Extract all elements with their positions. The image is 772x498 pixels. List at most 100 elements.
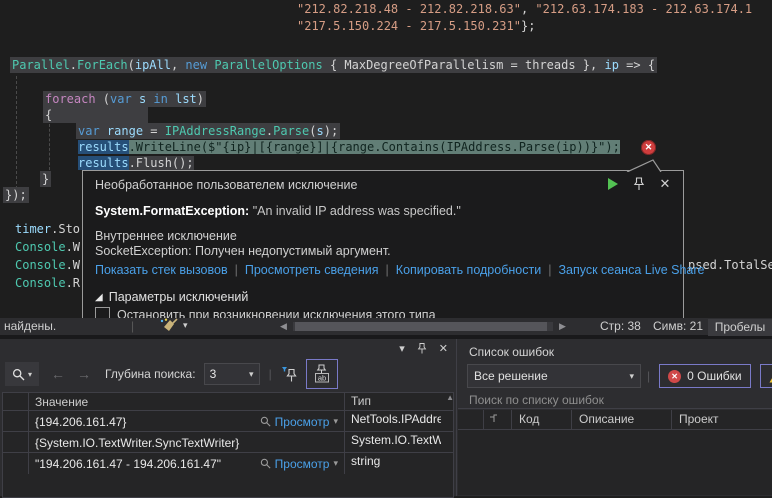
view-link[interactable]: Просмотр▾ [260, 415, 338, 429]
popup-links: Показать стек вызовов | Просмотреть сведен… [95, 263, 705, 277]
errors-filter-button[interactable]: ✕ 0 Ошибки [659, 364, 751, 388]
exception-text: System.FormatException: "An invalid IP a… [95, 204, 461, 218]
watch-row[interactable]: {194.206.161.47}Просмотр▾NetTools.IPAddr… [3, 410, 453, 432]
code-token: range [107, 124, 143, 138]
column-project[interactable]: Проект [672, 410, 772, 429]
code-line[interactable]: Parallel.ForEach(ipAll, new ParallelOpti… [10, 57, 657, 73]
popup-title: Необработанное пользователем исключение [95, 178, 358, 192]
view-label: Просмотр [275, 457, 330, 471]
popup-link[interactable]: Запуск сеанса Live Share [558, 263, 704, 277]
code-token: s [316, 124, 323, 138]
code-line[interactable]: { [43, 107, 148, 123]
code-token: "212.63.174.183 - 212.63.174.1 [535, 2, 752, 16]
link-separator: | [386, 263, 389, 277]
scroll-up-icon[interactable]: ▲ [446, 393, 454, 402]
exception-settings-expander[interactable]: ◢Параметры исключений [95, 290, 248, 304]
code-token: }); [5, 188, 27, 202]
search-button[interactable]: ▾ [5, 362, 39, 386]
code-line[interactable]: "217.5.150.224 - 217.5.150.231"}; [295, 18, 537, 34]
exception-error-icon[interactable]: ✕ [641, 140, 656, 155]
pin-icon[interactable] [631, 176, 647, 192]
scrollbar-thumb[interactable] [295, 322, 547, 331]
code-token: , [171, 58, 185, 72]
scroll-right-icon[interactable]: ▶ [559, 321, 566, 332]
watch-row[interactable]: {System.IO.TextWriter.SyncTextWriter}Sys… [3, 431, 453, 453]
solution-filter-dropdown[interactable]: Все решение ▾ [467, 364, 641, 388]
code-token: .W [66, 240, 80, 254]
watch-toolbar: ▾ ← → Глубина поиска: 3 ▾ | ab [0, 357, 456, 391]
back-icon[interactable]: ← [51, 366, 65, 382]
code-line[interactable]: Console.W [13, 257, 82, 273]
code-token: ipAll [135, 58, 171, 72]
code-line[interactable]: foreach (var s in lst) [43, 91, 206, 107]
indent-guide [16, 76, 17, 194]
expander-icon: ◢ [95, 292, 103, 303]
code-line[interactable]: Console.W [13, 239, 82, 255]
code-token: }; [521, 19, 535, 33]
watch-table-header: Значение Тип ▲ [3, 393, 453, 410]
window-menu-icon[interactable]: ▾ [399, 342, 405, 355]
watch-value: {System.IO.TextWriter.SyncTextWriter} [35, 436, 239, 450]
filter-dropdown-icon: ▾ [629, 371, 634, 382]
column-description[interactable]: Описание [572, 410, 672, 429]
popup-link[interactable]: Копировать подробности [396, 263, 541, 277]
code-token: ( [128, 58, 135, 72]
status-left-text: найдены. [4, 319, 56, 333]
code-line[interactable]: var range = IPAddressRange.Parse(s); [76, 123, 340, 139]
popup-link[interactable]: Показать стек вызовов [95, 263, 228, 277]
search-depth-combobox[interactable]: 3 ▾ [204, 363, 260, 385]
view-link[interactable]: Просмотр▾ [260, 457, 338, 471]
status-spaces-mode[interactable]: Пробелы [708, 319, 772, 336]
column-name[interactable] [3, 393, 29, 410]
code-cleanup-icon[interactable] [158, 318, 178, 334]
column-value[interactable]: Значение [29, 393, 345, 410]
show-text-visualizer-toggle[interactable]: ab [306, 359, 338, 389]
column-blank[interactable] [458, 410, 484, 429]
view-label: Просмотр [275, 415, 330, 429]
watch-name-cell[interactable] [3, 411, 29, 432]
continue-execution-icon[interactable] [605, 176, 621, 192]
search-depth-label: Глубина поиска: [105, 367, 196, 381]
column-type[interactable]: Тип [345, 393, 441, 410]
horizontal-scrollbar[interactable] [293, 322, 553, 331]
column-severity-icon[interactable] [484, 410, 512, 429]
svg-text:ab: ab [318, 373, 326, 382]
scroll-left-icon[interactable]: ◀ [280, 321, 287, 332]
code-token: var [78, 124, 100, 138]
error-list-toolbar: Все решение ▾ | ✕ 0 Ошибки 0 П [467, 363, 772, 389]
code-line[interactable]: "212.82.218.48 - 212.82.218.63", "212.63… [295, 1, 754, 17]
error-list-search-box[interactable]: Поиск по списку ошибок [458, 392, 772, 409]
code-line[interactable]: timer.Sto [13, 221, 82, 237]
pin-icon[interactable] [417, 342, 427, 355]
exception-message: "An invalid IP address was specified." [253, 204, 461, 218]
code-token: Console [15, 258, 66, 272]
code-token: in [153, 92, 167, 106]
code-token: .W [66, 258, 80, 272]
code-token: ); [324, 124, 338, 138]
code-line[interactable]: } [40, 171, 51, 187]
code-line[interactable]: results.WriteLine($"{ip}|[{range}]|{rang… [76, 139, 622, 155]
code-token: .Flush(); [129, 156, 194, 170]
forward-icon[interactable]: → [77, 366, 91, 382]
popup-link[interactable]: Просмотреть сведения [245, 263, 379, 277]
watch-name-cell[interactable] [3, 432, 29, 453]
column-code[interactable]: Код [512, 410, 572, 429]
cleanup-dropdown-icon[interactable]: ▾ [183, 320, 188, 331]
code-line[interactable]: results.Flush(); [76, 155, 196, 171]
watch-row[interactable]: "194.206.161.47 - 194.206.161.47"Просмот… [3, 452, 453, 474]
code-line[interactable]: Console.R [13, 275, 82, 291]
watch-name-cell[interactable] [3, 453, 29, 474]
code-token: Console [15, 276, 66, 290]
code-token: ParallelOptions [214, 58, 322, 72]
warnings-filter-button[interactable]: 0 П [760, 364, 772, 388]
close-icon[interactable]: ✕ [657, 176, 673, 192]
code-token: Parallel [12, 58, 70, 72]
code-line[interactable]: }); [3, 187, 29, 203]
code-token: .WriteLine($"{ip}|[{range}]|{range.Conta… [129, 140, 620, 154]
code-token: ) [197, 92, 204, 106]
close-icon[interactable]: ✕ [439, 342, 448, 355]
code-token: ip [604, 58, 618, 72]
inner-exception-label: Внутреннее исключение [95, 229, 237, 243]
search-depth-value: 3 [210, 367, 217, 381]
pin-filter-icon[interactable] [281, 366, 298, 383]
